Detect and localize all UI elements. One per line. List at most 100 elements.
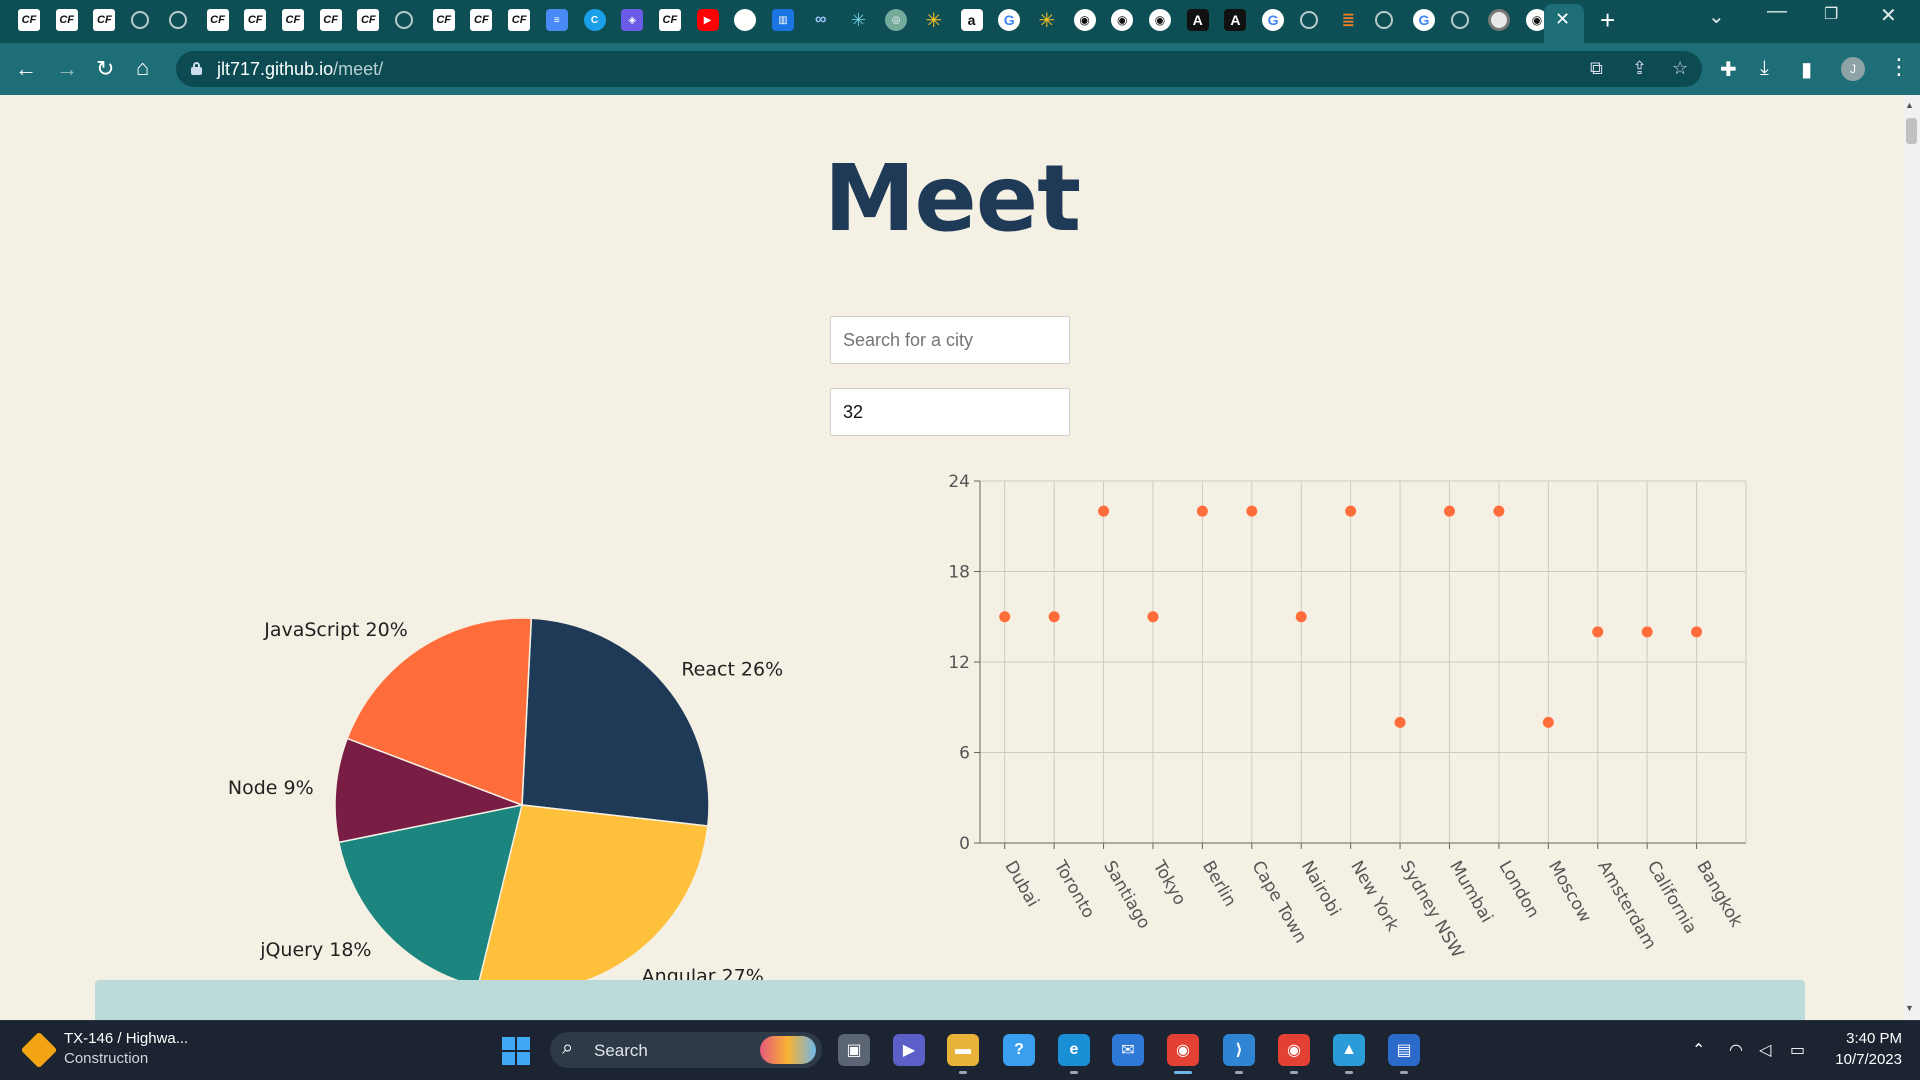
taskbar-search-label[interactable]: Search: [594, 1041, 648, 1061]
tab-walmart-icon[interactable]: ✳: [1036, 9, 1058, 32]
tab-close-icon[interactable]: ✕: [1555, 9, 1570, 30]
forward-icon[interactable]: →: [56, 55, 78, 83]
get-help-icon[interactable]: ?: [1003, 1034, 1035, 1066]
browser-menu-icon[interactable]: ⋮: [1888, 54, 1910, 80]
city-search-input[interactable]: [830, 316, 1070, 364]
running-indicator: [1290, 1071, 1298, 1074]
wifi-icon[interactable]: ◠: [1729, 1040, 1743, 1060]
reload-icon[interactable]: ↻: [96, 55, 114, 83]
url-text[interactable]: jlt717.github.io/meet/: [217, 59, 383, 80]
x-tick-label: London: [1495, 858, 1543, 922]
tab-globe-icon[interactable]: [1299, 11, 1318, 29]
tab-a-app-icon[interactable]: A: [1186, 9, 1209, 31]
scroll-down-arrow-icon[interactable]: ▼: [1905, 1003, 1914, 1013]
number-of-events-input[interactable]: [830, 388, 1070, 436]
minimize-icon[interactable]: —: [1767, 0, 1787, 23]
scatter-point: [1443, 505, 1455, 517]
running-indicator: [1235, 1071, 1243, 1074]
profile-avatar[interactable]: J: [1841, 57, 1865, 81]
weather-widget-title[interactable]: TX-146 / Highwa...: [64, 1030, 188, 1047]
tab-globe-icon[interactable]: [168, 11, 187, 29]
extensions-icon[interactable]: ✚: [1720, 57, 1737, 82]
tab-codeforces-icon[interactable]: CF: [93, 9, 116, 31]
tab-codeforces-icon[interactable]: CF: [55, 9, 78, 31]
mail-icon[interactable]: ✉: [1112, 1034, 1144, 1066]
lock-icon[interactable]: [191, 62, 202, 75]
tab-shield-app-icon[interactable]: ◈: [621, 9, 644, 31]
weather-widget-subtitle[interactable]: Construction: [64, 1050, 148, 1067]
back-icon[interactable]: ←: [15, 55, 37, 83]
show-hidden-icons-icon[interactable]: ⌃: [1692, 1040, 1705, 1060]
x-tick-label: Moscow: [1544, 858, 1595, 927]
tab-google-icon[interactable]: G: [1412, 9, 1435, 31]
omnibox[interactable]: [176, 51, 1702, 87]
chrome-icon[interactable]: ◉: [1167, 1034, 1199, 1066]
tab-google-icon[interactable]: G: [1262, 9, 1285, 31]
open-in-app-icon[interactable]: ⧉: [1590, 58, 1603, 79]
scroll-up-arrow-icon[interactable]: ▲: [1905, 100, 1914, 110]
home-icon[interactable]: ⌂: [136, 54, 149, 82]
side-panel-icon[interactable]: ▮: [1801, 57, 1812, 82]
running-indicator: [1174, 1071, 1192, 1074]
chrome-alt-icon[interactable]: ◉: [1278, 1034, 1310, 1066]
tab-slack-icon[interactable]: ✳: [847, 9, 869, 31]
tab-codeforces-icon[interactable]: CF: [508, 9, 531, 31]
tab-github-icon[interactable]: ◉: [1149, 9, 1171, 31]
tab-link-icon[interactable]: ∞: [810, 9, 832, 31]
url-path: /meet/: [333, 59, 384, 79]
tab-codeforces-icon[interactable]: CF: [432, 9, 455, 31]
tab-stackoverflow-icon[interactable]: ≣: [1338, 9, 1360, 31]
tab-codeforces-icon[interactable]: CF: [206, 9, 229, 31]
bookmark-star-icon[interactable]: ☆: [1672, 58, 1688, 79]
scatter-point: [1147, 611, 1159, 623]
tab-youtube-icon[interactable]: ▶: [696, 9, 719, 31]
scatter-point: [1098, 505, 1110, 517]
meet-now-icon[interactable]: ▶: [893, 1034, 925, 1066]
pie-label-javascript: JavaScript 20%: [263, 619, 408, 641]
x-tick-label: Toronto: [1049, 857, 1098, 922]
tab-globe-icon[interactable]: [395, 11, 413, 29]
tab-github-icon[interactable]: ◉: [1073, 9, 1096, 31]
tab-globe-icon[interactable]: [131, 11, 150, 29]
close-window-icon[interactable]: ✕: [1880, 3, 1897, 28]
tab-docs-icon[interactable]: ≡: [545, 9, 568, 31]
clock-date[interactable]: 10/7/2023: [1822, 1051, 1902, 1068]
tab-codeforces-icon[interactable]: CF: [319, 9, 342, 31]
tab-c-app-icon[interactable]: C: [583, 9, 606, 31]
tab-codeforces-icon[interactable]: CF: [470, 9, 493, 31]
tab-codeforces-icon[interactable]: CF: [18, 9, 40, 31]
download-icon[interactable]: ⤓: [1760, 57, 1769, 80]
tab-globe-icon[interactable]: [1450, 11, 1469, 29]
vscode-icon[interactable]: ⟩: [1223, 1034, 1255, 1066]
page-scrollbar[interactable]: [1904, 95, 1920, 1020]
task-view-icon[interactable]: ▣: [838, 1034, 870, 1066]
tab-search-icon[interactable]: ⌄: [1708, 4, 1725, 29]
file-explorer-icon[interactable]: ▬: [947, 1034, 979, 1066]
volume-icon[interactable]: ◁: [1759, 1040, 1771, 1060]
notepad-icon[interactable]: ▤: [1388, 1034, 1420, 1066]
running-indicator: [1345, 1071, 1353, 1074]
scrollbar-thumb[interactable]: [1906, 118, 1917, 144]
tab-trello-icon[interactable]: ▥: [772, 9, 794, 31]
photos-icon[interactable]: ▲: [1333, 1034, 1365, 1066]
edge-icon[interactable]: e: [1058, 1034, 1090, 1066]
pie-slice-react: [521, 617, 710, 827]
clock-time[interactable]: 3:40 PM: [1832, 1030, 1902, 1047]
event-list-panel: [95, 980, 1805, 1020]
tab-codeforces-icon[interactable]: CF: [357, 9, 380, 31]
scatter-point: [1196, 505, 1208, 517]
new-tab-button[interactable]: +: [1600, 5, 1615, 36]
battery-icon[interactable]: ▭: [1790, 1040, 1805, 1060]
tab-walmart-icon[interactable]: ✳: [923, 9, 945, 32]
tab-codeforces-icon[interactable]: CF: [281, 9, 304, 31]
share-icon[interactable]: ⇪: [1632, 58, 1647, 79]
pie-label-react: React 26%: [681, 659, 783, 681]
tab-codeforces-icon[interactable]: CF: [244, 9, 267, 31]
tab-chatgpt-icon[interactable]: ◎: [885, 9, 908, 31]
tab-a-app-icon[interactable]: A: [1224, 9, 1247, 31]
y-tick-label: 0: [959, 834, 970, 854]
start-icon[interactable]: [502, 1037, 530, 1065]
restore-icon[interactable]: ❐: [1824, 4, 1838, 24]
tab-amazon-icon[interactable]: a: [960, 9, 983, 31]
tab-codeforces-icon[interactable]: CF: [658, 9, 681, 31]
